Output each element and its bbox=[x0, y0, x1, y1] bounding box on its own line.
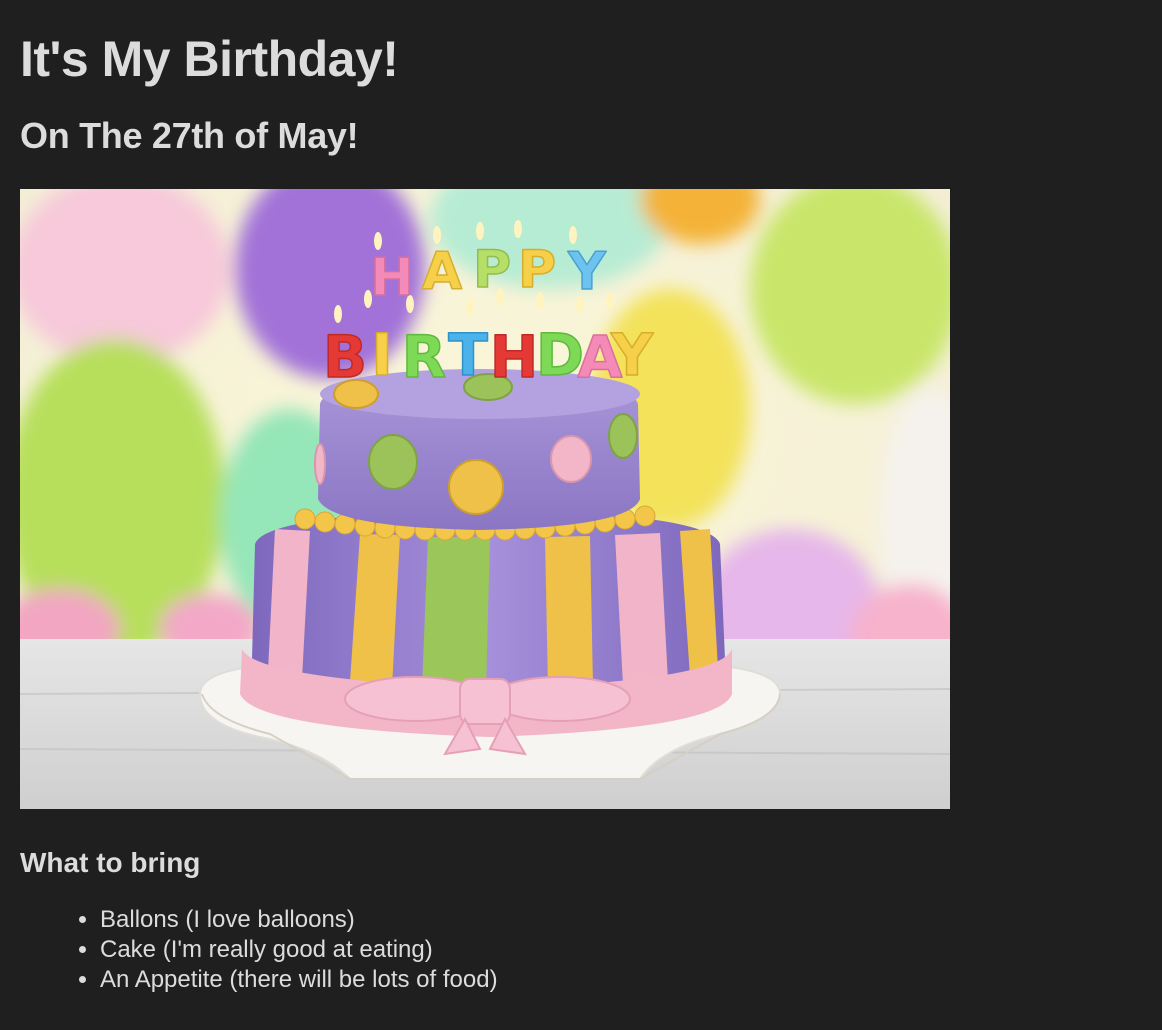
what-to-bring-heading: What to bring bbox=[20, 847, 201, 878]
list-item: An Appetite (there will be lots of food) bbox=[100, 965, 1142, 995]
svg-text:Y: Y bbox=[610, 321, 654, 389]
list-item: Cake (I'm really good at eating) bbox=[100, 935, 1142, 965]
svg-text:A: A bbox=[422, 242, 462, 302]
svg-text:I: I bbox=[371, 321, 393, 389]
svg-text:P: P bbox=[518, 240, 556, 300]
page-subtitle: On The 27th of May! bbox=[20, 115, 359, 156]
svg-text:B: B bbox=[323, 323, 367, 391]
page: It's My Birthday! On The 27th of May! H … bbox=[0, 0, 1162, 995]
svg-text:Y: Y bbox=[567, 242, 607, 302]
svg-text:R: R bbox=[402, 323, 447, 391]
birthday-cake-image: H A P P Y B I R T H D A Y bbox=[20, 189, 950, 809]
svg-text:P: P bbox=[473, 240, 511, 300]
bring-list: Ballons (I love balloons) Cake (I'm real… bbox=[20, 905, 1142, 995]
page-title: It's My Birthday! bbox=[20, 31, 399, 87]
svg-text:H: H bbox=[490, 323, 539, 391]
list-item: Ballons (I love balloons) bbox=[100, 905, 1142, 935]
svg-text:T: T bbox=[448, 321, 488, 389]
svg-text:H: H bbox=[370, 248, 414, 308]
